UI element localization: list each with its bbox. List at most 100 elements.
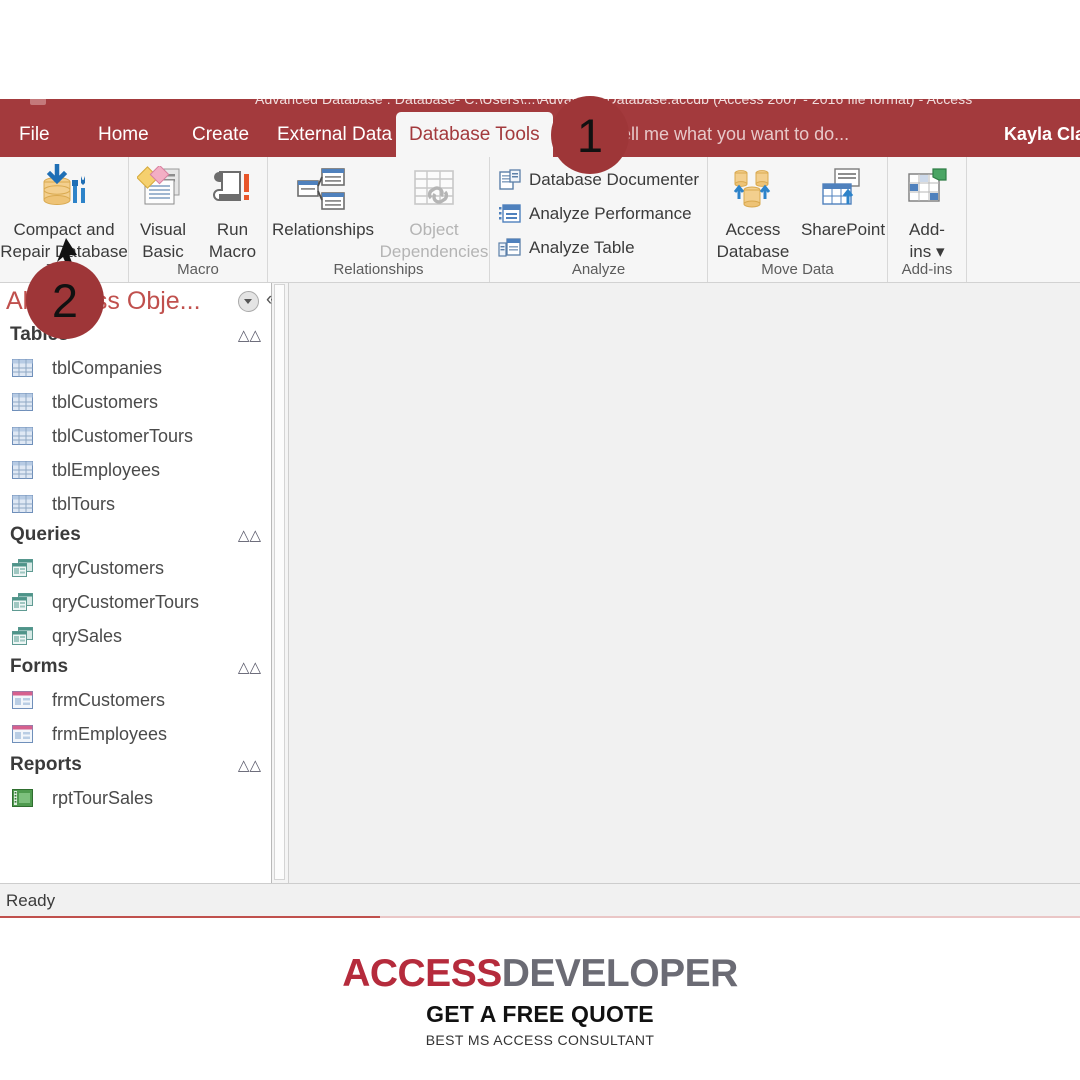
ribbon-group-move-data: Access Database SharePoint Move Data <box>708 157 888 282</box>
nav-item-label: tblTours <box>52 493 116 514</box>
analyze-performance-label: Analyze Performance <box>529 204 692 223</box>
analyze-performance-icon <box>498 203 522 225</box>
nav-item-frmEmployees[interactable]: frmEmployees <box>0 717 271 751</box>
brand-wordmark: ACCESSDEVELOPER <box>0 952 1080 996</box>
navigation-pane-splitter[interactable] <box>272 283 289 883</box>
add-ins-button[interactable]: Add- ins ▾ <box>888 163 966 263</box>
nav-item-label: tblEmployees <box>52 459 161 480</box>
access-application-window: Advanced Database : Database- C:\Users\.… <box>0 99 1080 924</box>
nav-item-frmCustomers[interactable]: frmCustomers <box>0 683 271 717</box>
nav-group-label: Forms <box>10 656 69 677</box>
ribbon-group-add-ins: Add- ins ▾ Add-ins <box>888 157 967 282</box>
nav-item-qrySales[interactable]: qrySales <box>0 619 271 653</box>
chevron-up-icon[interactable]: △△ <box>238 756 261 774</box>
nav-item-tblEmployees[interactable]: tblEmployees <box>0 453 271 487</box>
brand-word-developer: DEVELOPER <box>501 952 739 995</box>
visual-basic-button[interactable]: Visual Basic <box>129 163 197 263</box>
analyze-table-icon <box>498 237 522 259</box>
analyze-table-label: Analyze Table <box>529 238 635 257</box>
main-work-area <box>289 283 1080 883</box>
nav-item-tblCustomerTours[interactable]: tblCustomerTours <box>0 419 271 453</box>
status-bar: Ready <box>0 883 1080 918</box>
ribbon-group-analyze: Database Documenter Analyze Performance <box>490 157 708 282</box>
nav-item-qryCustomers[interactable]: qryCustomers <box>0 551 271 585</box>
object-dependencies-label: Object Dependencies <box>379 220 489 261</box>
tab-file[interactable]: File <box>6 112 63 157</box>
nav-item-tblTours[interactable]: tblTours <box>0 487 271 521</box>
database-documenter-icon <box>498 169 522 191</box>
sharepoint-label: SharePoint <box>800 220 886 239</box>
nav-item-tblCustomers[interactable]: tblCustomers <box>0 385 271 419</box>
analyze-table-button[interactable]: Analyze Table <box>498 233 635 263</box>
tell-me-search-box[interactable]: Tell me what you want to do... <box>592 112 849 157</box>
run-macro-button[interactable]: Run Macro <box>197 163 268 263</box>
relationships-button[interactable]: Relationships <box>268 163 378 241</box>
sharepoint-button[interactable]: SharePoint <box>798 163 888 241</box>
relationships-icon <box>268 163 378 219</box>
nav-group-header-forms[interactable]: Forms △△ <box>0 653 271 683</box>
object-dependencies-button[interactable]: Object Dependencies <box>378 163 490 263</box>
add-ins-icon <box>888 163 966 219</box>
nav-item-label: qryCustomers <box>52 557 165 578</box>
footer-tagline: BEST MS ACCESS CONSULTANT <box>425 1032 655 1048</box>
nav-item-label: qrySales <box>52 625 123 646</box>
ribbon-group-label-move-data: Move Data <box>761 261 834 278</box>
ribbon-group-label-analyze: Analyze <box>571 261 626 278</box>
access-database-button[interactable]: Access Database <box>708 163 798 263</box>
ribbon-content: Compact and Repair Database Tools <box>0 157 1080 283</box>
title-bar: Advanced Database : Database- C:\Users\.… <box>0 99 1080 112</box>
query-icon <box>12 559 33 577</box>
visual-basic-icon <box>129 163 197 219</box>
chevron-up-icon[interactable]: △△ <box>238 326 261 344</box>
brand-word-access: ACCESS <box>342 952 502 995</box>
nav-item-rptTourSales[interactable]: rptTourSales <box>0 781 271 815</box>
form-icon <box>12 725 33 743</box>
ribbon-group-label-relationships: Relationships <box>333 261 424 278</box>
chevron-down-icon[interactable] <box>238 291 259 312</box>
compact-repair-database-icon <box>0 163 128 219</box>
user-account-name[interactable]: Kayla Clayp <box>1004 112 1080 157</box>
ribbon-tab-strip: File Home Create External Data Database … <box>0 112 1080 157</box>
tell-me-placeholder: Tell me what you want to do... <box>612 124 850 144</box>
access-database-icon <box>708 163 798 219</box>
ribbon-group-label-macro: Macro <box>177 261 219 278</box>
sharepoint-icon <box>798 163 888 219</box>
chevron-up-icon[interactable]: △△ <box>238 658 261 676</box>
object-dependencies-icon <box>378 163 490 219</box>
access-app-icon <box>30 99 46 105</box>
tab-database-tools[interactable]: Database Tools <box>396 112 553 157</box>
relationships-label: Relationships <box>271 220 375 239</box>
nav-item-tblCompanies[interactable]: tblCompanies <box>0 351 271 385</box>
nav-group-label: Reports <box>10 754 82 775</box>
access-database-label: Access Database <box>716 220 790 261</box>
tab-create[interactable]: Create <box>179 112 262 157</box>
table-icon <box>12 461 33 479</box>
add-ins-label: Add- ins ▾ <box>909 220 945 261</box>
callout-badge-2: 2 <box>26 261 104 339</box>
free-quote-heading: GET A FREE QUOTE <box>426 1001 654 1027</box>
query-icon <box>12 593 33 611</box>
tab-home[interactable]: Home <box>85 112 162 157</box>
nav-item-label: tblCustomerTours <box>52 425 194 446</box>
run-macro-label: Run Macro <box>208 220 257 261</box>
run-macro-icon <box>197 163 268 219</box>
nav-item-label: frmCustomers <box>52 689 166 710</box>
workspace: All Access Obje... « Tables △△ tblCompan… <box>0 283 1080 883</box>
nav-item-label: tblCompanies <box>52 357 163 378</box>
report-icon <box>12 789 33 807</box>
nav-group-header-reports[interactable]: Reports △△ <box>0 751 271 781</box>
nav-item-label: qryCustomerTours <box>52 591 200 612</box>
footer-branding: ACCESSDEVELOPER GET A FREE QUOTE BEST MS… <box>0 930 1080 1080</box>
status-text: Ready <box>6 891 56 910</box>
nav-item-qryCustomerTours[interactable]: qryCustomerTours <box>0 585 271 619</box>
analyze-performance-button[interactable]: Analyze Performance <box>498 199 692 229</box>
table-icon <box>12 495 33 513</box>
tab-external-data[interactable]: External Data <box>264 112 405 157</box>
chevron-up-icon[interactable]: △△ <box>238 526 261 544</box>
ribbon-group-relationships: Relationships Object Dependencies Relati… <box>268 157 490 282</box>
nav-group-header-queries[interactable]: Queries △△ <box>0 521 271 551</box>
nav-item-label: tblCustomers <box>52 391 159 412</box>
status-bar-underline <box>0 916 1080 918</box>
query-icon <box>12 627 33 645</box>
database-documenter-label: Database Documenter <box>529 170 700 189</box>
